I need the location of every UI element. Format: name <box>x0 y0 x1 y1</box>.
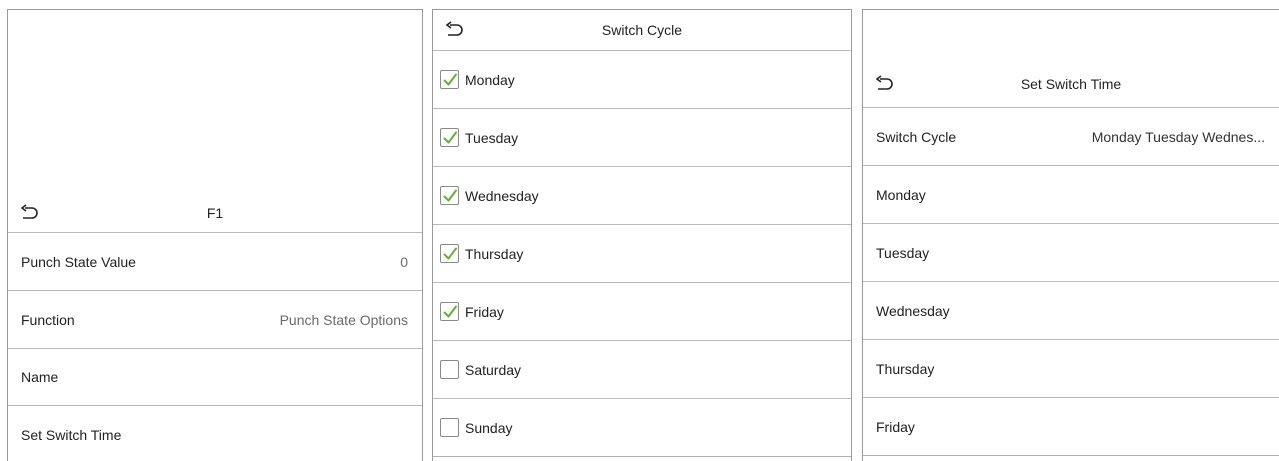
row-label: Thursday <box>876 360 935 377</box>
row-label: Function <box>21 311 75 328</box>
row-label: Tuesday <box>876 244 930 261</box>
page-title: Switch Cycle <box>601 22 683 38</box>
day-row[interactable]: Wednesday <box>433 166 851 224</box>
day-checkbox[interactable] <box>440 186 459 205</box>
row-label: Wednesday <box>876 302 950 319</box>
row-divider <box>863 455 1279 456</box>
day-label: Thursday <box>465 245 524 262</box>
day-label: Tuesday <box>465 129 519 146</box>
checkmark-icon <box>443 305 457 317</box>
row-label: Punch State Value <box>21 253 136 270</box>
switch-cycle-header: Switch Cycle <box>433 10 851 50</box>
set-switch-time-row[interactable]: Set Switch Time <box>8 405 422 461</box>
function-row[interactable]: Function Punch State Options <box>8 290 422 348</box>
row-label: Set Switch Time <box>21 426 122 443</box>
day-checkbox[interactable] <box>440 360 459 379</box>
day-checkbox[interactable] <box>440 418 459 437</box>
switch-cycle-screen: Switch Cycle Monday Tuesday Wednesday Thurs… <box>432 9 852 461</box>
back-arrow-icon[interactable] <box>873 75 895 93</box>
row-value: Punch State Options <box>279 311 408 328</box>
f1-screen: F1 Punch State Value 0 Function Punch St… <box>7 9 423 461</box>
day-row[interactable]: Friday <box>433 282 851 340</box>
day-row[interactable]: Sunday <box>433 398 851 456</box>
page-title: F1 <box>206 205 224 221</box>
wednesday-row[interactable]: Wednesday <box>863 281 1279 339</box>
checkmark-icon <box>443 189 457 201</box>
day-label: Monday <box>465 71 515 88</box>
checkmark-icon <box>443 131 457 143</box>
row-label: Friday <box>876 418 915 435</box>
day-checkbox[interactable] <box>440 70 459 89</box>
monday-row[interactable]: Monday <box>863 165 1279 223</box>
set-switch-time-screen: Set Switch Time Switch Cycle Monday Tues… <box>862 9 1279 461</box>
row-label: Switch Cycle <box>876 128 957 145</box>
tuesday-row[interactable]: Tuesday <box>863 223 1279 281</box>
day-label: Friday <box>465 303 504 320</box>
day-label: Wednesday <box>465 187 539 204</box>
switch-cycle-row[interactable]: Switch Cycle Monday Tuesday Wednes... <box>863 107 1279 165</box>
day-checkbox[interactable] <box>440 302 459 321</box>
checkmark-icon <box>443 73 457 85</box>
row-value: 0 <box>400 253 408 270</box>
name-row[interactable]: Name <box>8 348 422 405</box>
punch-state-value-row[interactable]: Punch State Value 0 <box>8 232 422 290</box>
day-label: Sunday <box>465 419 513 436</box>
day-row[interactable]: Tuesday <box>433 108 851 166</box>
day-row[interactable]: Monday <box>433 50 851 108</box>
day-row[interactable]: Thursday <box>433 224 851 282</box>
day-row[interactable]: Saturday <box>433 340 851 398</box>
row-value: Monday Tuesday Wednes... <box>1091 128 1265 145</box>
row-label: Name <box>21 369 59 385</box>
back-arrow-icon[interactable] <box>18 204 40 222</box>
row-divider <box>433 456 851 457</box>
thursday-row[interactable]: Thursday <box>863 339 1279 397</box>
friday-row[interactable]: Friday <box>863 397 1279 455</box>
row-label: Monday <box>876 186 926 203</box>
day-checkbox[interactable] <box>440 244 459 263</box>
f1-header: F1 <box>8 193 422 233</box>
page-title: Set Switch Time <box>1020 76 1122 92</box>
day-checkbox[interactable] <box>440 128 459 147</box>
checkmark-icon <box>443 247 457 259</box>
day-label: Saturday <box>465 361 522 378</box>
set-switch-time-header: Set Switch Time <box>863 64 1279 104</box>
back-arrow-icon[interactable] <box>443 21 465 39</box>
